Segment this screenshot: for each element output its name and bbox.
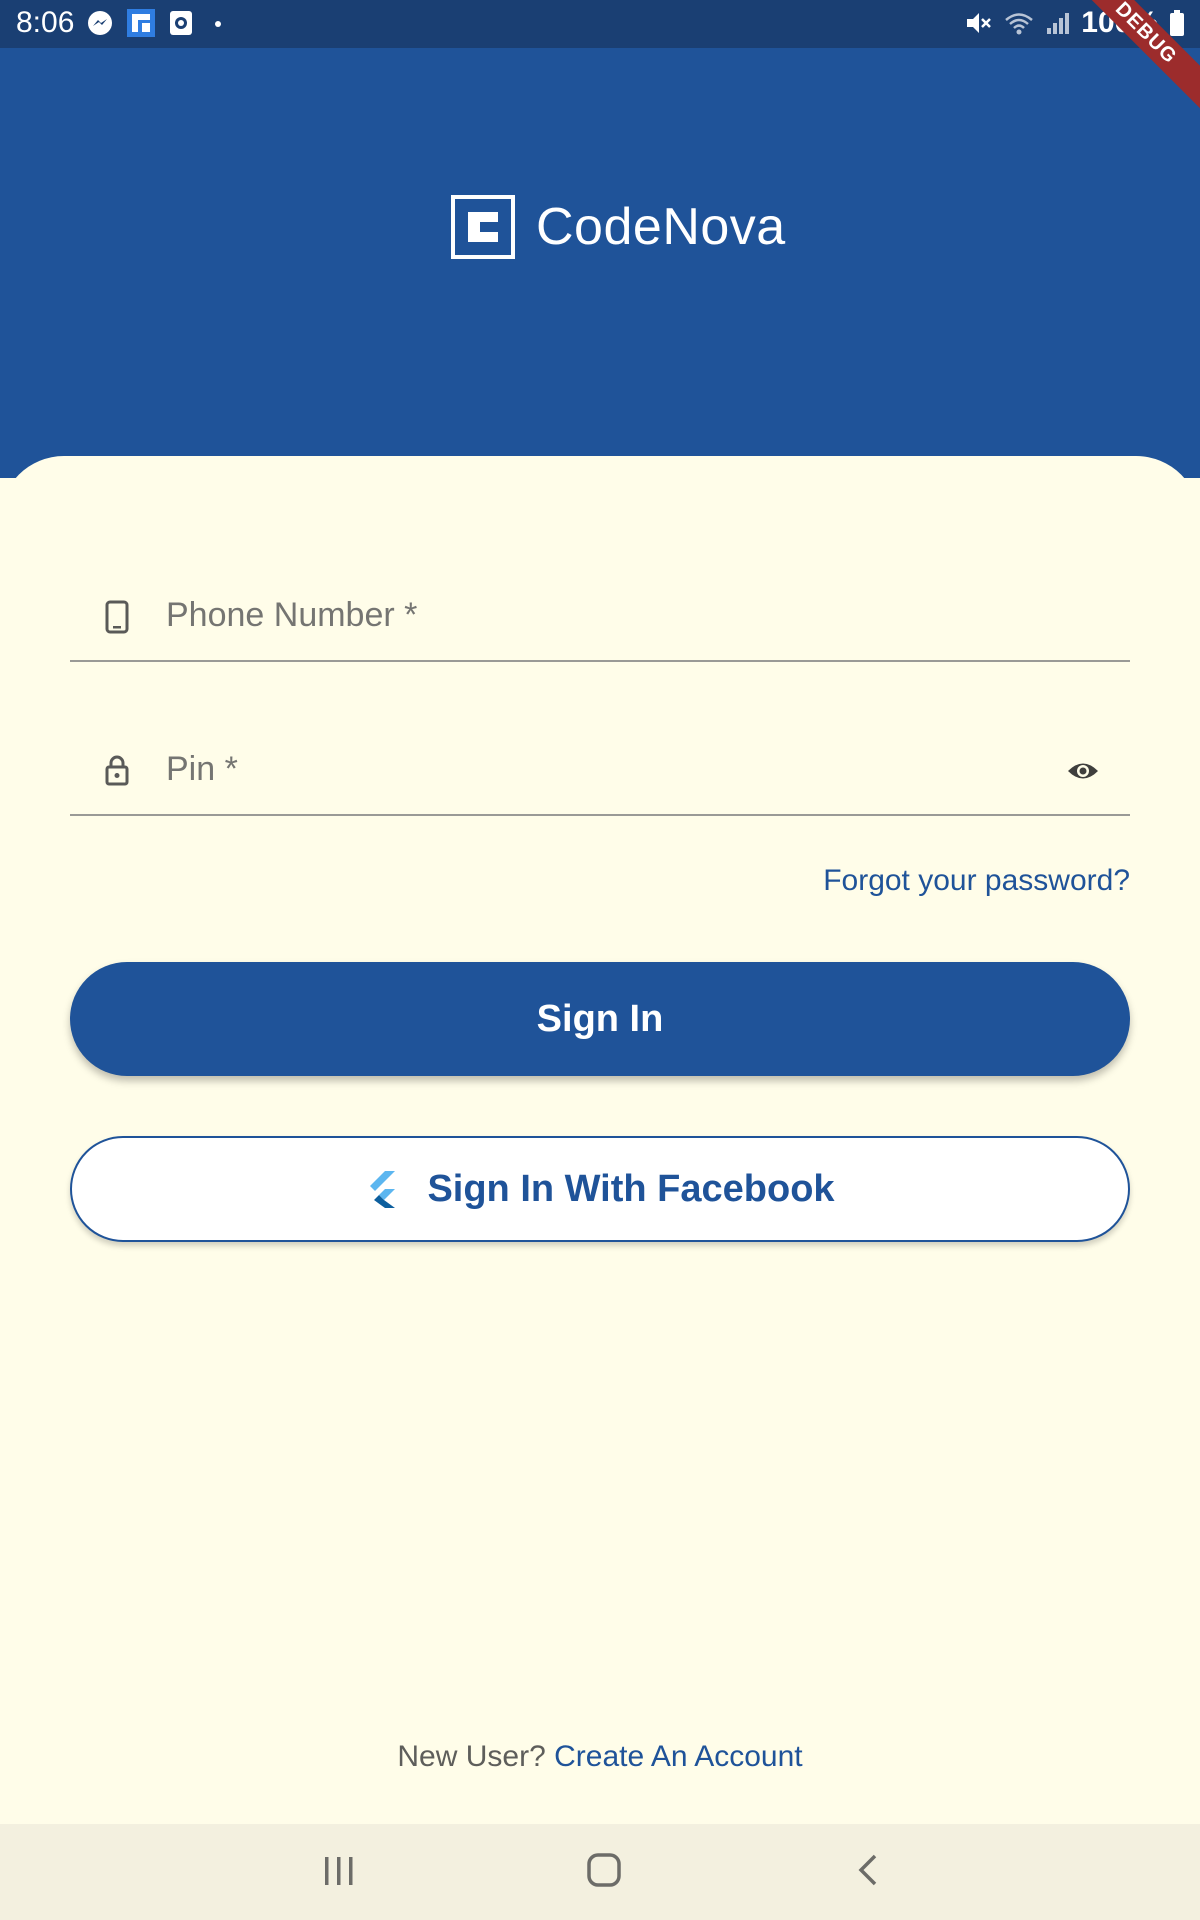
flutter-icon	[370, 1171, 396, 1208]
pin-field[interactable]: Pin *	[70, 720, 1130, 816]
eye-icon[interactable]	[1066, 760, 1100, 782]
sign-in-label: Sign In	[536, 997, 664, 1040]
dot-icon	[215, 21, 221, 27]
header: CodeNova	[0, 48, 1200, 478]
status-left-icons	[86, 8, 230, 38]
new-user-text: New User?	[397, 1740, 546, 1773]
battery-icon	[1170, 10, 1184, 36]
phone-number-field[interactable]: Phone Number *	[70, 566, 1130, 662]
back-icon[interactable]	[856, 1852, 880, 1888]
signal-icon	[1047, 13, 1070, 34]
sign-in-facebook-button[interactable]: Sign In With Facebook	[70, 1136, 1130, 1242]
sign-in-button[interactable]: Sign In	[70, 962, 1130, 1076]
clock-app-icon	[170, 11, 192, 35]
pin-label: Pin *	[166, 750, 238, 788]
logo: CodeNova	[450, 194, 786, 260]
create-account-link[interactable]: Create An Account	[554, 1740, 803, 1773]
lock-icon	[105, 755, 129, 786]
app-icon	[127, 9, 155, 37]
status-time: 8:06	[16, 6, 75, 39]
login-sheet: Phone Number * Pin * Forgot your passwor…	[0, 456, 1200, 1824]
wifi-icon	[1005, 13, 1034, 35]
recents-icon[interactable]	[322, 1854, 356, 1888]
codenova-logo-icon	[451, 195, 515, 259]
status-bar: 8:06	[0, 0, 1200, 48]
phone-icon	[105, 600, 129, 634]
forgot-password-link[interactable]: Forgot your password?	[823, 864, 1130, 898]
messenger-icon	[88, 11, 112, 35]
logo-text: CodeNova	[536, 198, 786, 256]
navigation-bar	[0, 1824, 1200, 1920]
phone-number-label: Phone Number *	[166, 596, 418, 634]
mute-icon	[967, 13, 992, 33]
footer: New User? Create An Account	[0, 1740, 1200, 1774]
home-icon[interactable]	[586, 1852, 622, 1888]
sign-in-facebook-label: Sign In With Facebook	[427, 1167, 835, 1210]
